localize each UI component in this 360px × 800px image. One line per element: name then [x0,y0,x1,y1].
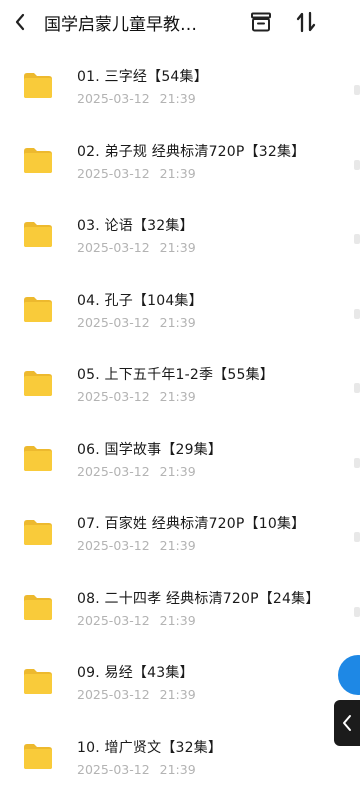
folder-time: 21:39 [159,612,196,628]
folder-icon [24,594,52,620]
scroll-indicator [354,458,360,468]
folder-icon [24,296,52,322]
top-bar: 国学启蒙儿童早教… [0,0,360,44]
folder-time: 21:39 [159,165,196,181]
folder-meta: 2025-03-12 21:39 [77,538,196,553]
list-item[interactable]: 03. 论语【32集】 2025-03-12 21:39 [0,197,360,272]
folder-meta: 2025-03-12 21:39 [77,315,196,330]
folder-date: 2025-03-12 [77,687,150,702]
folder-name: 08. 二十四孝 经典标清720P【24集】 [77,590,320,607]
folder-date: 2025-03-12 [77,761,150,777]
scroll-indicator [354,234,360,244]
list-item[interactable]: 05. 上下五千年1-2季【55集】 2025-03-12 21:39 [0,346,360,421]
folder-icon [24,147,52,173]
folder-name: 01. 三字经【54集】 [77,69,208,85]
chevron-left-icon [15,13,25,31]
more-button[interactable] [338,8,360,36]
list-item[interactable]: 02. 弟子规 经典标清720P【32集】 2025-03-12 21:39 [0,123,360,198]
folder-meta: 2025-03-12 21:39 [77,613,196,628]
folder-name: 02. 弟子规 经典标清720P【32集】 [77,143,306,160]
folder-time: 21:39 [159,314,196,330]
archive-button[interactable] [247,8,275,36]
folder-name: 03. 论语【32集】 [77,218,194,234]
folder-name: 06. 国学故事【29集】 [77,441,223,458]
folder-time: 21:39 [159,463,196,479]
folder-list: 01. 三字经【54集】 2025-03-12 21:39 02. 弟子规 经典标清7… [0,48,360,793]
folder-date: 2025-03-12 [77,240,150,255]
list-item[interactable]: 04. 孔子【104集】 2025-03-12 21:39 [0,272,360,347]
folder-time: 21:39 [159,761,196,777]
scroll-indicator [354,309,360,319]
list-item[interactable]: 08. 二十四孝 经典标清720P【24集】 2025-03-12 21:39 [0,570,360,645]
folder-icon [24,520,52,545]
scroll-indicator [354,85,360,95]
folder-icon [24,371,52,396]
folder-meta: 2025-03-12 21:39 [77,91,196,106]
folder-time: 21:39 [159,389,196,404]
folder-icon [24,445,52,471]
chevron-left-icon [343,715,351,731]
folder-icon [24,669,52,694]
side-panel-tab[interactable] [334,700,360,746]
folder-icon [24,73,52,98]
list-item[interactable]: 09. 易经【43集】 2025-03-12 21:39 [0,644,360,719]
folder-meta: 2025-03-12 21:39 [77,762,196,777]
folder-date: 2025-03-12 [77,463,150,479]
folder-time: 21:39 [159,240,196,255]
folder-date: 2025-03-12 [77,165,150,181]
folder-name: 09. 易经【43集】 [77,665,194,681]
list-item[interactable]: 10. 增广贤文【32集】 2025-03-12 21:39 [0,719,360,794]
folder-time: 21:39 [159,538,196,553]
folder-icon [24,743,52,769]
page-title: 国学启蒙儿童早教… [44,14,197,35]
sort-arrows-icon [296,11,316,33]
folder-meta: 2025-03-12 21:39 [77,464,196,479]
archive-box-icon [251,12,271,32]
folder-meta: 2025-03-12 21:39 [77,240,196,255]
folder-date: 2025-03-12 [77,538,150,553]
folder-time: 21:39 [159,687,196,702]
sort-button[interactable] [292,8,320,36]
scroll-indicator [354,160,360,170]
folder-meta: 2025-03-12 21:39 [77,389,196,404]
folder-date: 2025-03-12 [77,612,150,628]
scroll-indicator [354,532,360,542]
folder-icon [24,222,52,247]
folder-time: 21:39 [159,91,196,106]
list-item[interactable]: 07. 百家姓 经典标清720P【10集】 2025-03-12 21:39 [0,495,360,570]
file-browser-screen: 国学启蒙儿童早教… 01. 三字经【54集】 2025-03-12 21:39 02.… [0,0,360,800]
list-item[interactable]: 06. 国学故事【29集】 2025-03-12 21:39 [0,421,360,496]
folder-name: 07. 百家姓 经典标清720P【10集】 [77,516,306,532]
list-item[interactable]: 01. 三字经【54集】 2025-03-12 21:39 [0,48,360,123]
folder-date: 2025-03-12 [77,389,150,404]
folder-name: 05. 上下五千年1-2季【55集】 [77,367,274,383]
back-button[interactable] [0,0,40,44]
folder-name: 04. 孔子【104集】 [77,292,203,309]
folder-meta: 2025-03-12 21:39 [77,687,196,702]
folder-date: 2025-03-12 [77,91,150,106]
folder-date: 2025-03-12 [77,314,150,330]
scroll-indicator [354,383,360,393]
folder-meta: 2025-03-12 21:39 [77,166,196,181]
folder-name: 10. 增广贤文【32集】 [77,739,223,756]
scroll-indicator [354,607,360,617]
